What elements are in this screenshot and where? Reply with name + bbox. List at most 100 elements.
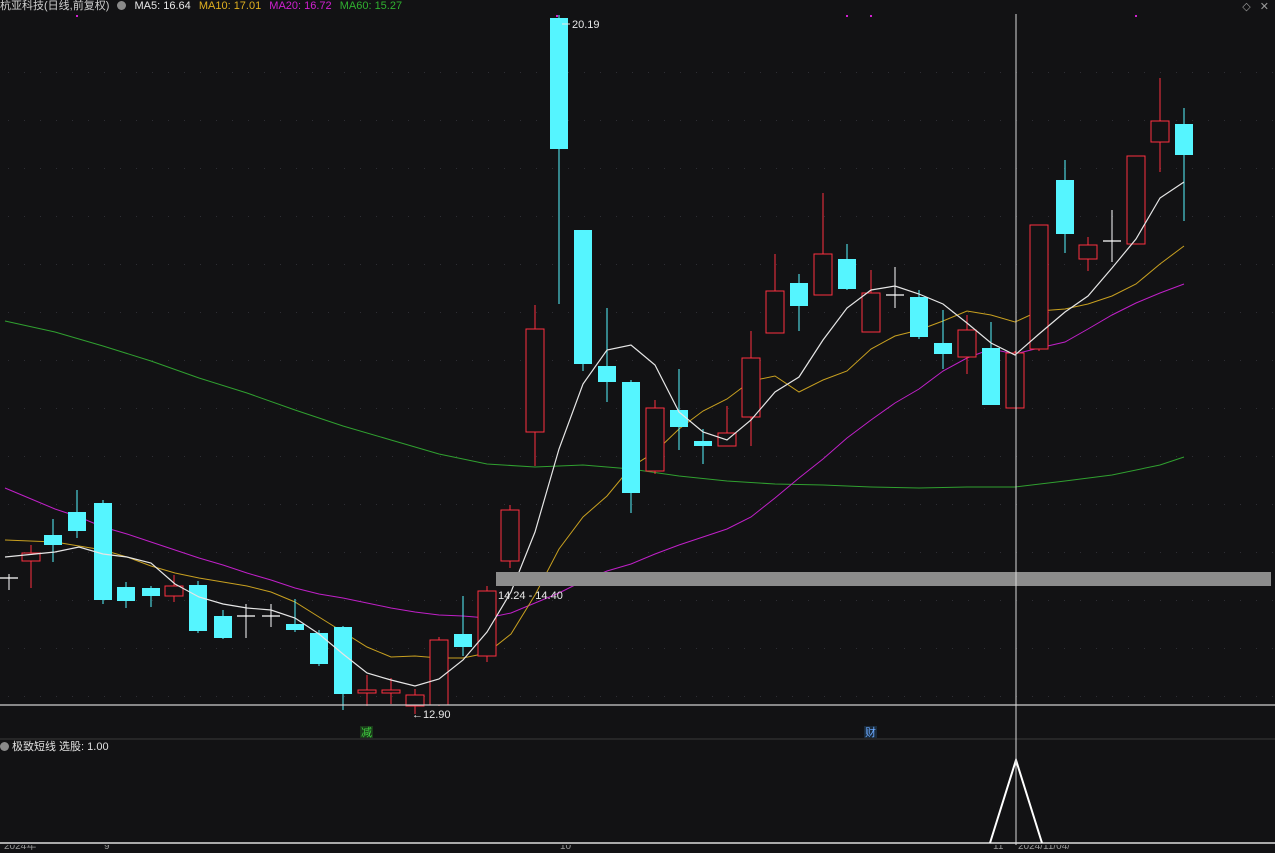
grid-dot (456, 216, 457, 217)
grid-dot (184, 120, 185, 121)
grid-dot (56, 72, 57, 73)
grid-dot (616, 312, 617, 313)
grid-dot (904, 216, 905, 217)
grid-dot (376, 216, 377, 217)
grid-dot (824, 408, 825, 409)
grid-dot (280, 456, 281, 457)
grid-dot (296, 360, 297, 361)
grid-dot (1176, 264, 1177, 265)
grid-dot (904, 72, 905, 73)
candle-body (525, 328, 545, 433)
grid-dot (440, 504, 441, 505)
grid-dot (696, 216, 697, 217)
grid-dot (1192, 696, 1193, 697)
grid-dot (40, 360, 41, 361)
grid-dot (280, 312, 281, 313)
grid-dot (936, 408, 937, 409)
ma60-label: MA60: 15.27 (339, 0, 403, 12)
grid-dot (840, 600, 841, 601)
grid-dot (616, 648, 617, 649)
finance-report-marker[interactable]: 财 (865, 725, 876, 738)
grid-dot (24, 120, 25, 121)
grid-dot (616, 360, 617, 361)
grid-dot (120, 408, 121, 409)
grid-dot (1208, 600, 1209, 601)
grid-dot (40, 456, 41, 457)
grid-dot (88, 552, 89, 553)
grid-dot (1080, 456, 1081, 457)
grid-dot (536, 264, 537, 265)
grid-dot (584, 408, 585, 409)
grid-dot (1240, 456, 1241, 457)
grid-dot (1032, 216, 1033, 217)
grid-dot (1272, 552, 1273, 553)
grid-dot (856, 456, 857, 457)
grid-dot (488, 504, 489, 505)
grid-dot (808, 456, 809, 457)
grid-dot (392, 312, 393, 313)
indicator-settings-icon[interactable] (0, 741, 9, 751)
grid-dot (392, 264, 393, 265)
grid-dot (888, 504, 889, 505)
grid-dot (24, 504, 25, 505)
candle-body (957, 329, 977, 358)
grid-dot (200, 696, 201, 697)
grid-dot (536, 120, 537, 121)
grid-dot (328, 264, 329, 265)
grid-dot (168, 360, 169, 361)
grid-dot (1272, 696, 1273, 697)
grid-dot (1256, 312, 1257, 313)
grid-dot (408, 264, 409, 265)
candle-body (765, 290, 785, 334)
grid-dot (296, 72, 297, 73)
grid-dot (424, 120, 425, 121)
grid-dot (344, 456, 345, 457)
reduce-holding-marker[interactable]: 减 (361, 726, 372, 738)
grid-dot (56, 264, 57, 265)
indicator-chart[interactable] (0, 738, 1275, 845)
grid-dot (712, 456, 713, 457)
grid-dot (504, 72, 505, 73)
grid-dot (1144, 504, 1145, 505)
grid-dot (1064, 456, 1065, 457)
grid-dot (344, 264, 345, 265)
grid-dot (840, 72, 841, 73)
grid-dot (680, 600, 681, 601)
grid-dot (840, 168, 841, 169)
grid-dot (360, 120, 361, 121)
grid-dot (360, 648, 361, 649)
grid-dot (1000, 312, 1001, 313)
grid-dot (488, 312, 489, 313)
grid-dot (1272, 120, 1273, 121)
grid-dot (232, 456, 233, 457)
grid-dot (88, 696, 89, 697)
grid-dot (1272, 504, 1273, 505)
grid-dot (1112, 312, 1113, 313)
candlestick-chart[interactable]: 14.24 - 14.40 20.19 ←12.90 减 财 (0, 12, 1275, 738)
grid-dot (952, 600, 953, 601)
grid-dot (536, 552, 537, 553)
grid-dot (840, 504, 841, 505)
grid-dot (568, 264, 569, 265)
grid-dot (1240, 504, 1241, 505)
grid-dot (504, 696, 505, 697)
grid-dot (1080, 72, 1081, 73)
grid-dot (888, 72, 889, 73)
grid-dot (520, 552, 521, 553)
grid-dot (968, 696, 969, 697)
grid-dot (616, 456, 617, 457)
grid-dot (520, 648, 521, 649)
grid-dot (568, 120, 569, 121)
grid-dot (744, 648, 745, 649)
settings-icon[interactable] (117, 0, 127, 10)
candle-body (1056, 180, 1074, 234)
candle-body (214, 616, 232, 638)
grid-dot (792, 72, 793, 73)
grid-dot (888, 360, 889, 361)
grid-dot (920, 504, 921, 505)
grid-dot (552, 648, 553, 649)
ma20-path (4, 283, 1185, 619)
grid-dot (1128, 696, 1129, 697)
grid-dot (776, 72, 777, 73)
grid-dot (1176, 504, 1177, 505)
